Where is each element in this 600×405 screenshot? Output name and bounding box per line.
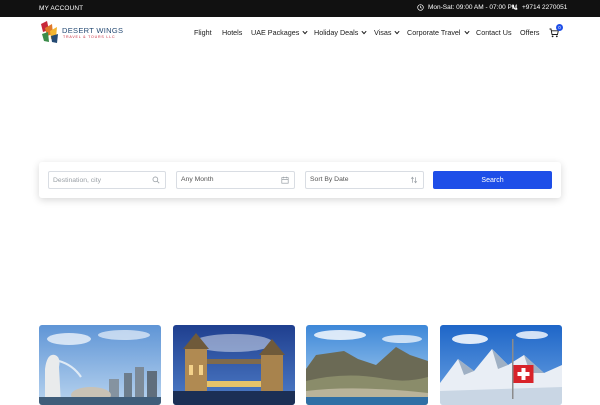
logo[interactable]: DESERT WINGS TRAVEL & TOURS LLC	[39, 20, 124, 44]
cart-button[interactable]: 0	[549, 24, 565, 39]
destination-input[interactable]	[49, 172, 165, 188]
cart-count-badge: 0	[556, 24, 563, 31]
nav-contact-us[interactable]: Contact Us	[476, 28, 512, 37]
nav-offers[interactable]: Offers	[520, 28, 539, 37]
search-icon	[152, 176, 160, 184]
nav-contact-us-label: Contact Us	[476, 28, 512, 37]
logo-brand-text: DESERT WINGS	[62, 26, 124, 35]
month-select[interactable]: Any Month	[176, 171, 295, 189]
sort-select-value: Sort By Date	[310, 176, 349, 183]
nav-offers-label: Offers	[520, 28, 540, 37]
search-button[interactable]: Search	[433, 171, 552, 189]
london-tower-bridge-image	[173, 325, 295, 405]
chevron-down-icon	[361, 30, 367, 35]
logo-wings-icon	[41, 21, 58, 43]
chevron-down-icon	[302, 30, 308, 35]
phone-icon	[512, 4, 518, 10]
sort-select[interactable]: Sort By Date	[305, 171, 424, 189]
destination-card-london[interactable]	[173, 325, 295, 405]
phone-contact[interactable]: +9714 2270051	[511, 4, 567, 11]
destination-card-singapore[interactable]	[39, 325, 161, 405]
my-account-link[interactable]: MY ACCOUNT	[39, 5, 83, 12]
nav-holiday-deals-label: Holiday Deals	[314, 28, 359, 37]
business-hours-text: Mon-Sat: 09:00 AM - 07:00 PM	[428, 4, 518, 11]
nav-hotels-label: Hotels	[222, 28, 243, 37]
calendar-icon	[281, 176, 289, 184]
search-panel: Any Month Sort By Date Search	[39, 162, 561, 198]
clock-icon	[417, 4, 424, 11]
destination-field[interactable]	[48, 171, 166, 189]
business-hours: Mon-Sat: 09:00 AM - 07:00 PM	[417, 4, 517, 11]
nav-corporate-travel[interactable]: Corporate Travel	[407, 28, 470, 37]
nav-uae-packages[interactable]: UAE Packages	[251, 28, 308, 37]
nav-corporate-travel-label: Corporate Travel	[407, 28, 461, 37]
nav-uae-packages-label: UAE Packages	[251, 28, 300, 37]
nav-hotels[interactable]: Hotels	[222, 28, 242, 37]
destination-card-cape-town[interactable]	[306, 325, 428, 405]
sort-icon	[410, 176, 418, 184]
switzerland-alps-flag-image	[440, 325, 562, 405]
site-header: DESERT WINGS TRAVEL & TOURS LLC Flight H…	[0, 17, 600, 49]
singapore-merlion-image	[39, 325, 161, 405]
nav-flight[interactable]: Flight	[194, 28, 212, 37]
nav-visas[interactable]: Visas	[374, 28, 401, 37]
nav-visas-label: Visas	[374, 28, 392, 37]
destination-card-switzerland[interactable]	[440, 325, 562, 405]
nav-holiday-deals[interactable]: Holiday Deals	[314, 28, 367, 37]
chevron-down-icon	[463, 30, 470, 35]
top-bar: MY ACCOUNT Mon-Sat: 09:00 AM - 07:00 PM …	[0, 0, 600, 17]
nav-flight-label: Flight	[194, 28, 212, 37]
month-select-value: Any Month	[181, 176, 214, 183]
logo-tagline: TRAVEL & TOURS LLC	[63, 35, 116, 39]
chevron-down-icon	[394, 30, 401, 35]
cape-town-table-mountain-image	[306, 325, 428, 405]
phone-number[interactable]: +9714 2270051	[522, 4, 567, 11]
